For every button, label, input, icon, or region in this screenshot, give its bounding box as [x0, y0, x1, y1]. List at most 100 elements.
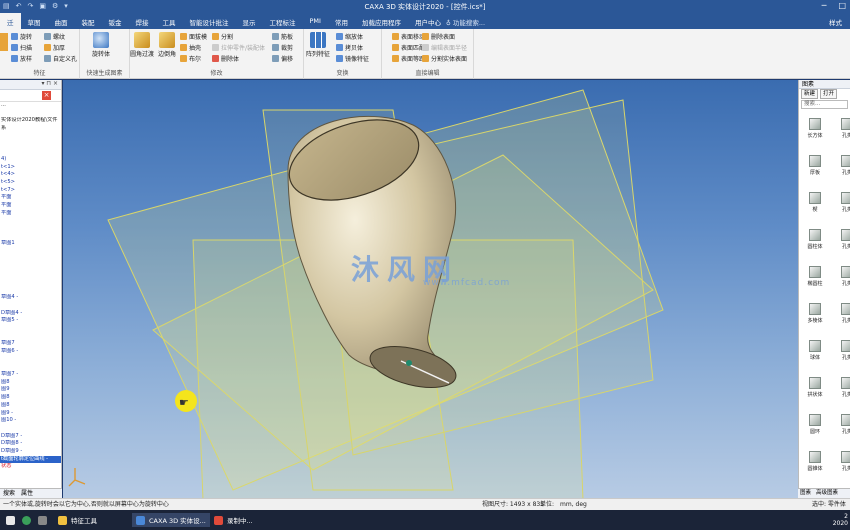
match-face-button[interactable]: 表面匹配	[392, 43, 425, 52]
tree-node[interactable]: D草图9 -	[0, 448, 61, 456]
library-item[interactable]: 孔类	[835, 340, 850, 361]
thread-button[interactable]: 螺纹	[44, 32, 65, 41]
revolve-body-button[interactable]: 旋转体	[92, 32, 110, 58]
tree-node[interactable]	[0, 110, 61, 118]
taskview-button[interactable]	[38, 513, 47, 527]
tree-node[interactable]: 草图1	[0, 240, 61, 248]
tree-node[interactable]: 4)	[0, 156, 61, 164]
tab-surface[interactable]: 曲面	[48, 13, 75, 29]
tree-node[interactable]	[0, 248, 61, 256]
clock[interactable]: 2 2020	[833, 513, 848, 527]
thicken-button[interactable]: 加厚	[44, 43, 65, 52]
tree-node[interactable]: D草图4 -	[0, 310, 61, 318]
revolve-button[interactable]: 旋转	[11, 32, 32, 41]
design-tree[interactable]: ... 实体设计2020教程\文件系 4) t<1> t<4> t<5> t<7> 平面 平面平…	[0, 102, 61, 471]
tab-advanced-elements[interactable]: 高级图素	[816, 489, 838, 498]
tab-elements[interactable]: 图素	[800, 489, 811, 498]
draft-button[interactable]: 面拔模	[180, 32, 207, 41]
tree-node[interactable]	[0, 279, 61, 287]
tree-node[interactable]	[0, 333, 61, 341]
tree-node[interactable]	[0, 263, 61, 271]
library-item[interactable]: 多棱体	[803, 303, 827, 324]
maximize-icon[interactable]: □	[838, 1, 846, 10]
taskbar-item-feature-tools[interactable]: 特征工具	[58, 513, 97, 527]
tab-features[interactable]: 迁	[0, 13, 21, 29]
offset-face-button[interactable]: 表面等距	[392, 54, 425, 63]
sweep-button[interactable]: 扫描	[11, 43, 32, 52]
tree-node[interactable]: t<1>	[0, 164, 61, 172]
rib-button[interactable]: 筋板	[272, 32, 293, 41]
tree-node[interactable]: t截面轮廓定位曲线 -	[0, 455, 61, 464]
extrude-icon[interactable]	[0, 33, 8, 51]
library-item[interactable]: 拱状体	[803, 377, 827, 398]
tree-node[interactable]: t<5>	[0, 179, 61, 187]
library-item[interactable]: 椭圆柱	[803, 266, 827, 287]
tab-common[interactable]: 常用	[328, 13, 355, 29]
tree-node[interactable]: 状态	[0, 463, 61, 471]
tree-node[interactable]	[0, 217, 61, 225]
tree-node[interactable]: 图9	[0, 386, 61, 394]
tree-node[interactable]	[0, 302, 61, 310]
mirror-feature-button[interactable]: 镜像特征	[336, 54, 369, 63]
library-item[interactable]: 孔类	[835, 414, 850, 435]
tree-node[interactable]: 实体设计2020教程\文件	[0, 117, 61, 125]
tab-tools[interactable]: 工具	[156, 13, 183, 29]
fillet-button[interactable]: 圆角过渡	[130, 32, 154, 58]
new-button[interactable]: 新建	[801, 89, 819, 99]
tree-node[interactable]	[0, 148, 61, 156]
tree-node[interactable]: t<7>	[0, 187, 61, 195]
tab-properties[interactable]: 属性	[21, 489, 33, 498]
library-item[interactable]: 长方体	[803, 118, 827, 139]
taskbar-item-caxa[interactable]: CAXA 3D 实体设...	[132, 513, 210, 527]
loft-button[interactable]: 放样	[11, 54, 32, 63]
tree-node[interactable]: D草图8 -	[0, 440, 61, 448]
library-item[interactable]: 孔类	[835, 229, 850, 250]
tree-node[interactable]	[0, 271, 61, 279]
tab-addins[interactable]: 加载应用程序	[355, 13, 408, 29]
tree-node[interactable]: 图8	[0, 394, 61, 402]
start-button[interactable]	[6, 513, 15, 527]
library-item[interactable]: 孔类	[835, 266, 850, 287]
style-menu[interactable]: 样式	[829, 17, 842, 27]
pattern-feature-button[interactable]: 阵列特征	[306, 32, 330, 58]
tab-user-center[interactable]: 用户中心	[408, 13, 448, 29]
offset-button[interactable]: 偏移	[272, 54, 293, 63]
edit-face-radius-button[interactable]: 编辑表面半径	[422, 43, 467, 52]
scale-body-button[interactable]: 缩放体	[336, 32, 363, 41]
shell-button[interactable]: 抽壳	[180, 43, 201, 52]
tree-node[interactable]	[0, 325, 61, 333]
selection-filter[interactable]: 选中: 零件体	[812, 499, 846, 510]
library-item[interactable]: 孔类	[835, 377, 850, 398]
tree-node[interactable]: 草图7	[0, 340, 61, 348]
tab-display[interactable]: 显示	[236, 13, 263, 29]
tree-node[interactable]: 图9 -	[0, 410, 61, 418]
move-face-button[interactable]: 表面移动	[392, 32, 425, 41]
search-taskbar-button[interactable]	[22, 513, 31, 527]
library-item[interactable]: 圆锥体	[803, 451, 827, 472]
tree-node[interactable]: 草图7 -	[0, 371, 61, 379]
close-icon[interactable]: ×	[42, 91, 51, 100]
tree-node[interactable]: 草图4 -	[0, 294, 61, 302]
tree-node[interactable]: 平面	[0, 194, 61, 202]
taskbar-item-recording[interactable]: 录制中...	[214, 513, 253, 527]
library-item[interactable]: 厚板	[803, 155, 827, 176]
open-button[interactable]: 打开	[820, 89, 838, 99]
tree-node[interactable]: 图10 -	[0, 417, 61, 425]
split-button[interactable]: 分割	[212, 32, 233, 41]
tree-node[interactable]: 图8	[0, 379, 61, 387]
library-item[interactable]: 圆柱体	[803, 229, 827, 250]
tab-smart-annotation[interactable]: 智能设计批注	[183, 13, 236, 29]
library-item[interactable]: 楔	[803, 192, 827, 213]
extrude-part-button[interactable]: 拉伸零件/装配体	[212, 43, 265, 52]
tab-drawing-annotation[interactable]: 工程标注	[263, 13, 303, 29]
delete-face-button[interactable]: 删除表面	[422, 32, 455, 41]
tree-node[interactable]: t<4>	[0, 171, 61, 179]
tree-node[interactable]: 草图6 -	[0, 348, 61, 356]
tree-node[interactable]: ...	[0, 102, 61, 110]
tree-node[interactable]	[0, 425, 61, 433]
tree-node[interactable]	[0, 287, 61, 295]
tree-node[interactable]	[0, 356, 61, 364]
copy-body-button[interactable]: 拷贝体	[336, 43, 363, 52]
tree-node[interactable]: 平面	[0, 202, 61, 210]
tree-node[interactable]: 图8	[0, 402, 61, 410]
